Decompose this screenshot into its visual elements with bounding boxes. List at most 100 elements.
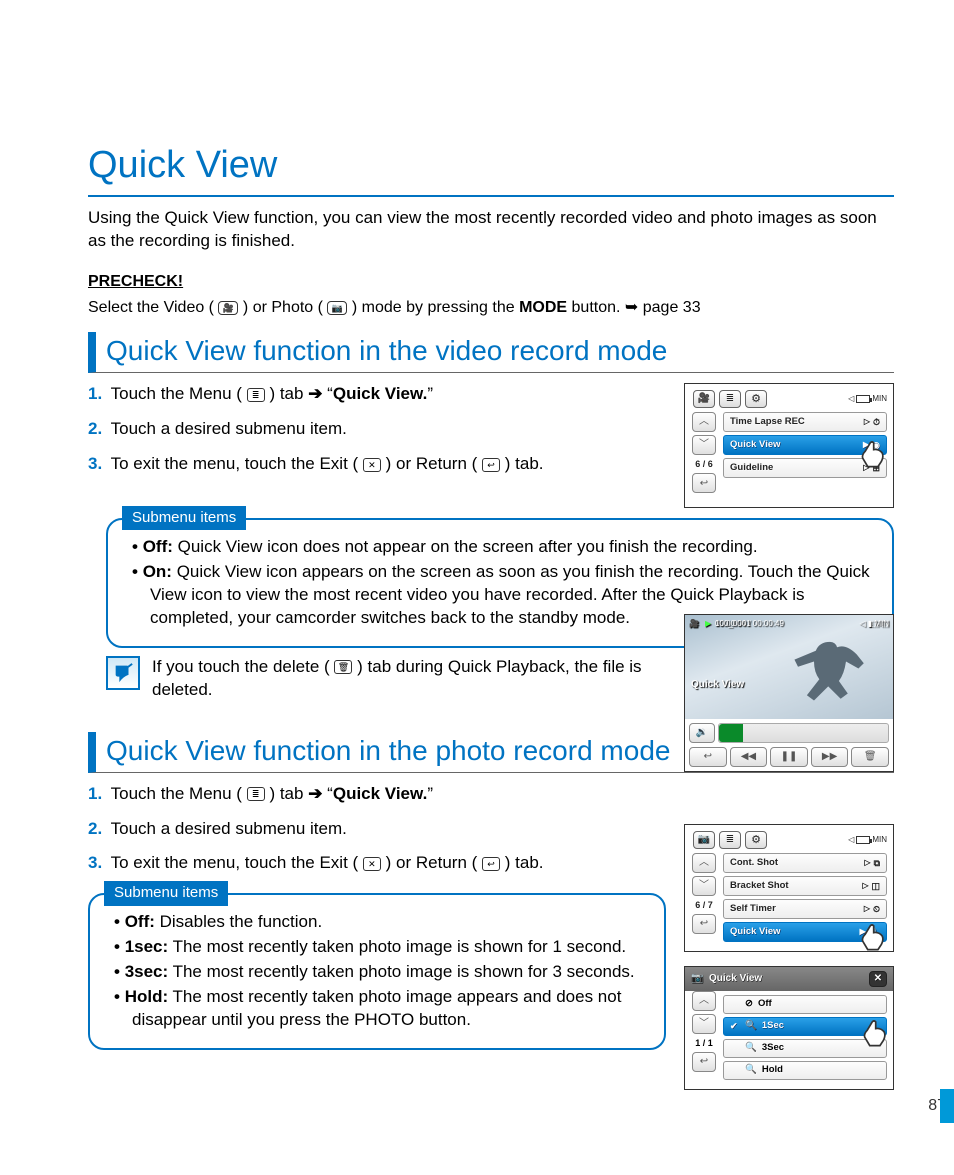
step-text: ) tab [269,384,308,403]
menu-tab-icon[interactable]: ≣ [719,831,741,849]
return-button[interactable]: ↩ [692,914,716,934]
settings-icon[interactable] [745,831,767,849]
precheck-text: Select the Video ( 🎥 ) or Photo ( 📷 ) mo… [88,297,894,319]
battery-indicator: ◁MIN [848,835,887,846]
camera-menu-panel-photo: 📷 ≣ ◁MIN ︿ ﹀ 6 / 7 ↩ Cont. Shot▷ ⧉ Brack… [684,824,894,952]
step-item: 3. To exit the menu, touch the Exit ( ✕ … [88,852,666,875]
option-off[interactable]: ⊘Off [723,995,887,1014]
steps-list-photo: 1. Touch the Menu ( ≣ ) tab ➔ “Quick Vie… [88,783,666,876]
section-heading-video: Quick View function in the video record … [88,332,894,373]
menu-row-contshot[interactable]: Cont. Shot▷ ⧉ [723,853,887,873]
arrow-icon: ➔ [308,384,322,403]
step-text: Touch the Menu ( [111,384,242,403]
precheck-part: ) mode by pressing the [352,299,519,316]
return-button[interactable]: ↩ [692,1052,716,1072]
option-text: Quick View icon does not appear on the s… [173,537,758,556]
photo-mode-icon: 📷 [693,831,715,849]
menu-row-timelapse[interactable]: Time Lapse REC▷ ⏱ [723,412,887,432]
step-item: 3. To exit the menu, touch the Exit ( ✕ … [88,453,666,476]
menu-tab-icon: ≣ [247,388,265,402]
submenu-item: 3sec: The most recently taken photo imag… [114,961,646,984]
submenu-box-photo: Submenu items Off: Disables the function… [88,893,666,1050]
arrow-icon: ➔ [308,784,322,803]
menu-row-guideline[interactable]: Guideline▷ ⊞ [723,458,887,478]
menu-tab-icon[interactable]: ≣ [719,390,741,408]
return-button[interactable]: ↩ [689,747,727,767]
precheck-part: page 33 [643,299,701,316]
mode-button-ref: MODE [519,299,567,316]
step-item: 2. Touch a desired submenu item. [88,818,666,841]
settings-icon[interactable] [745,390,767,408]
step-text: ) or Return ( [386,454,478,473]
return-button[interactable]: ↩ [692,473,716,493]
progress-bar[interactable] [718,723,889,743]
battery-indicator: ◁MIN [848,394,887,405]
step-text: ” [427,384,433,403]
page-edge-tab [940,1089,954,1123]
scroll-down-button[interactable]: ﹀ [692,435,716,455]
quality-indicator: ⬚ ⬚ [872,619,889,630]
option-3sec[interactable]: 🔍3Sec [723,1039,887,1058]
menu-tab-icon: ≣ [247,787,265,801]
pause-button[interactable]: ❚❚ [770,747,808,767]
intro-text: Using the Quick View function, you can v… [88,207,894,253]
play-indicator-icon: ▶ [705,619,711,630]
volume-button[interactable]: 🔉 [689,723,715,743]
playback-thumbnail [785,633,875,713]
submenu-item: 1sec: The most recently taken photo imag… [114,936,646,959]
steps-list-video: 1. Touch the Menu ( ≣ ) tab ➔ “Quick Vie… [88,383,666,476]
precheck-part: Select the Video ( [88,299,214,316]
delete-button[interactable]: 🗑 [851,747,889,767]
option-label: On: [143,562,172,581]
scroll-up-button[interactable]: ︿ [692,853,716,873]
menu-row-bracket[interactable]: Bracket Shot▷ ◫ [723,876,887,896]
page-indicator: 6 / 6 [695,458,713,470]
option-hold[interactable]: 🔍Hold [723,1061,887,1080]
submenu-item: Hold: The most recently taken photo imag… [114,986,646,1032]
step-number: 3. [88,454,102,473]
menu-row-selftimer[interactable]: Self Timer▷ ⏲ [723,899,887,919]
menu-row-quickview[interactable]: Quick View▶ 🔍 [723,922,887,942]
step-item: 2. Touch a desired submenu item. [88,418,666,441]
arrow-icon: ➥ [625,299,638,316]
step-text: Touch a desired submenu item. [111,419,347,438]
video-mode-icon: 🎥 [218,301,238,315]
submenu-item: Off: Quick View icon does not appear on … [132,536,874,559]
quick-view-options-panel: 📷 Quick View ✕ ︿ ﹀ 1 / 1 ↩ ⊘Off ✔🔍1Sec 🔍… [684,966,894,1090]
video-mode-icon: 🎥 [689,619,699,630]
option-1sec[interactable]: ✔🔍1Sec [723,1017,887,1036]
delete-icon: 🗑 [334,660,352,674]
step-text: To exit the menu, touch the Exit ( [111,454,359,473]
photo-mode-icon: 📷 [327,301,347,315]
scroll-down-button[interactable]: ﹀ [692,1014,716,1034]
page-title: Quick View [88,140,894,197]
note-icon [106,656,140,690]
rewind-button[interactable]: ◀◀ [730,747,768,767]
quick-view-label: Quick View [691,678,744,692]
scroll-up-button[interactable]: ︿ [692,991,716,1011]
forward-button[interactable]: ▶▶ [811,747,849,767]
step-number: 2. [88,819,102,838]
step-item: 1. Touch the Menu ( ≣ ) tab ➔ “Quick Vie… [88,383,666,406]
return-icon: ↩ [482,458,500,472]
submenu-label: Submenu items [104,881,228,905]
video-mode-icon: 🎥 [693,390,715,408]
option-label: Off: [143,537,173,556]
camera-menu-panel-video: 🎥 ≣ ◁MIN ︿ ﹀ 6 / 6 ↩ Time Lapse REC▷ ⏱ Q… [684,383,894,508]
step-number: 3. [88,853,102,872]
playback-counter: 100_0001 [715,619,751,630]
step-item: 1. Touch the Menu ( ≣ ) tab ➔ “Quick Vie… [88,783,666,806]
precheck-label: PRECHECK! [88,271,894,293]
step-number: 1. [88,784,102,803]
panel-title: Quick View [709,973,762,984]
photo-mode-icon: 📷 [691,973,703,984]
menu-row-quickview[interactable]: Quick View▶ ◉ [723,435,887,455]
exit-icon: ✕ [363,458,381,472]
quick-view-label: Quick View. [333,384,428,403]
scroll-up-button[interactable]: ︿ [692,412,716,432]
scroll-down-button[interactable]: ﹀ [692,876,716,896]
precheck-part: ) or Photo ( [243,299,323,316]
step-text: ) tab. [505,454,544,473]
return-icon: ↩ [482,857,500,871]
close-button[interactable]: ✕ [869,971,887,987]
